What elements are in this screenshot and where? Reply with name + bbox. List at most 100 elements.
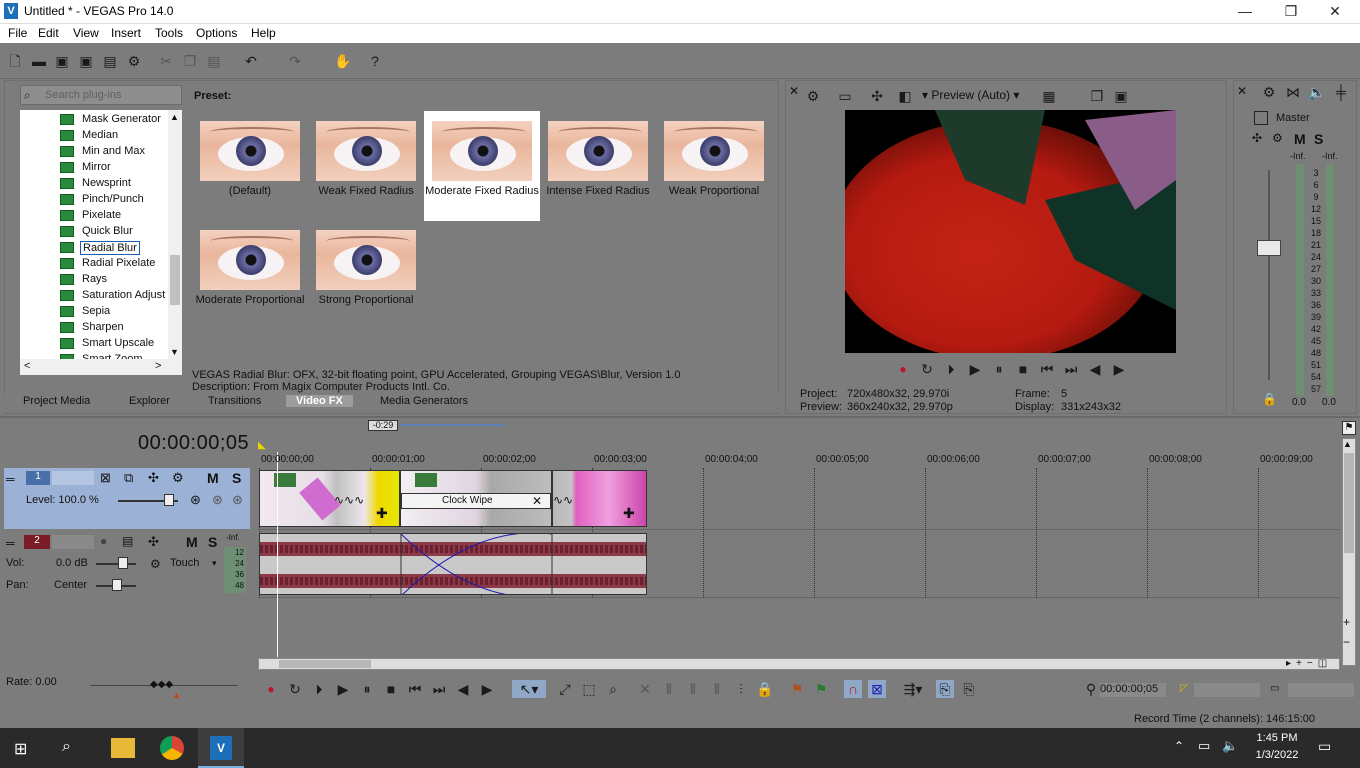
pause-icon[interactable]: ⏸	[358, 680, 376, 698]
previous-frame-icon[interactable]: ◀	[1086, 360, 1104, 378]
video-clip-3[interactable]: ∿∿ ✚	[552, 470, 647, 527]
loop-region-marker[interactable]: -0:29	[368, 420, 398, 431]
delete-icon[interactable]: ✕	[636, 680, 654, 698]
trim-icon[interactable]: ⫴	[660, 680, 678, 698]
invert-phase-icon[interactable]: ▤	[122, 534, 133, 548]
make-compositing-child-icon[interactable]: ⧉	[124, 470, 133, 486]
menu-help[interactable]: Help	[251, 26, 276, 40]
split-icon[interactable]: ⫶	[732, 680, 750, 698]
vegas-taskbar-button[interactable]: V	[198, 728, 244, 768]
loop-region-bar[interactable]	[400, 424, 505, 426]
mixer-settings-icon[interactable]: ⚙	[1260, 83, 1278, 101]
preset-intense-fixed-radius[interactable]: Intense Fixed Radius	[540, 111, 656, 221]
copy-snapshot-icon[interactable]: ❐	[1088, 87, 1106, 105]
master-solo-button[interactable]: S	[1314, 131, 1323, 147]
track-fx-icon[interactable]: ⚙	[172, 470, 184, 486]
preset-strong-proportional[interactable]: Strong Proportional	[308, 220, 424, 330]
tab-transitions[interactable]: Transitions	[208, 395, 261, 407]
scroll-right-icon[interactable]: >	[155, 360, 161, 372]
audio-track-header[interactable]: ═ 2 ● ▤ ✣ M S -Inf. 12 24 36 48 Vol: 0.0…	[4, 531, 250, 597]
audio-envelope-icon[interactable]: ✣	[148, 534, 159, 550]
audio-solo-button[interactable]: S	[208, 534, 217, 550]
explore-icon[interactable]: ✋	[334, 52, 352, 70]
menu-insert[interactable]: Insert	[111, 26, 141, 40]
normal-edit-tool-icon[interactable]: ↖▾	[512, 680, 546, 698]
record-icon[interactable]: ●	[894, 360, 912, 378]
menu-options[interactable]: Options	[196, 26, 237, 40]
zoom-tool-icon[interactable]: ⌕	[604, 680, 622, 698]
marker-toggle-icon[interactable]: ⚑	[1342, 421, 1356, 435]
video-mute-button[interactable]: M	[207, 470, 219, 486]
scroll-thumb[interactable]	[1344, 453, 1354, 553]
notification-icon[interactable]: ▭	[1318, 738, 1331, 755]
video-clip-1[interactable]: ∿∿∿ ✚	[259, 470, 400, 527]
play-from-start-icon[interactable]: ⏵	[310, 680, 328, 698]
taskbar-search-icon[interactable]: ⌕	[62, 738, 71, 756]
next-frame-icon[interactable]: ▶	[478, 680, 496, 698]
plugin-tree[interactable]: Mask Generator Median Min and Max Mirror New…	[20, 110, 182, 375]
parent-composite-icon[interactable]: ⊛	[232, 492, 243, 508]
windows-start-icon[interactable]: ⊞	[14, 739, 27, 759]
previous-frame-icon[interactable]: ◀	[454, 680, 472, 698]
loop-playback-icon[interactable]: ↻	[918, 360, 936, 378]
maximize-button[interactable]: ❐	[1268, 0, 1314, 24]
trim-start-icon[interactable]: ⫴	[684, 680, 702, 698]
selection-length-field[interactable]	[1194, 683, 1260, 697]
file-explorer-icon[interactable]	[111, 738, 135, 758]
tab-video-fx[interactable]: Video FX	[286, 395, 353, 407]
lock-envelopes-icon[interactable]: ⎘	[936, 680, 954, 698]
track-motion-icon[interactable]: ✣	[148, 470, 159, 486]
minimize-button[interactable]: —	[1222, 0, 1268, 24]
volume-icon[interactable]: 🔈	[1222, 738, 1238, 754]
automation-mode[interactable]: Touch	[170, 557, 199, 569]
play-icon[interactable]: ▶	[966, 360, 984, 378]
scroll-thumb[interactable]	[170, 255, 180, 305]
stop-icon[interactable]: ■	[382, 680, 400, 698]
menu-file[interactable]: File	[8, 26, 27, 40]
save-icon[interactable]: ▣	[53, 52, 71, 70]
show-hidden-icons[interactable]: ⌃	[1174, 739, 1184, 753]
lock-event-icon[interactable]: 🔒	[756, 680, 774, 698]
menu-edit[interactable]: Edit	[38, 26, 59, 40]
speaker-icon[interactable]: 🔈	[1308, 83, 1326, 101]
transition-properties-icon[interactable]: ✕	[532, 494, 542, 508]
auto-crossfades-icon[interactable]: ⊠	[868, 680, 886, 698]
plugin-tree-hscrollbar[interactable]: < >	[20, 359, 182, 375]
play-from-start-icon[interactable]: ⏵	[942, 360, 960, 378]
auto-ripple-icon[interactable]: ⇶▾	[896, 680, 930, 698]
lock-icon[interactable]: 🔒	[1262, 392, 1277, 406]
transition-bar[interactable]: Clock Wipe ✕	[401, 493, 551, 509]
snapping-icon[interactable]: ∩	[844, 680, 862, 698]
audio-track-name-field[interactable]	[52, 535, 94, 549]
timeline-horizontal-scrollbar[interactable]	[258, 658, 1340, 670]
open-folder-icon[interactable]: ▬	[30, 52, 48, 70]
level-slider-handle[interactable]	[164, 494, 174, 506]
master-envelope-icon[interactable]: ✣	[1252, 131, 1262, 145]
preset-default[interactable]: (Default)	[192, 111, 308, 221]
automation-settings-icon[interactable]: ⚙	[150, 557, 161, 571]
save-as-icon[interactable]: ▣	[77, 52, 95, 70]
external-monitor-icon[interactable]: ▭	[836, 87, 854, 105]
menu-view[interactable]: View	[73, 26, 99, 40]
loop-playback-icon[interactable]: ↻	[286, 680, 304, 698]
downmix-icon[interactable]: ⋈	[1284, 83, 1302, 101]
search-field[interactable]: ⌕ Search plug-ins	[20, 85, 182, 105]
track-collapse-icon[interactable]: ═	[6, 472, 15, 486]
master-fx-chain-icon[interactable]: ⚙	[1272, 131, 1283, 145]
audio-mute-button[interactable]: M	[186, 534, 198, 550]
video-solo-button[interactable]: S	[232, 470, 241, 486]
compositing-mode-icon[interactable]: ⊠	[100, 470, 111, 486]
scroll-down-icon[interactable]: ▼	[170, 347, 179, 357]
insert-marker-icon[interactable]: ⚑	[788, 680, 806, 698]
tab-media-generators[interactable]: Media Generators	[380, 395, 468, 407]
help-icon[interactable]: ?	[366, 52, 384, 70]
zoom-in-icon[interactable]: +	[1343, 615, 1350, 629]
track-collapse-icon[interactable]: ═	[6, 536, 15, 550]
go-to-end-icon[interactable]: ⏭	[1062, 360, 1080, 378]
next-frame-icon[interactable]: ▶	[1110, 360, 1128, 378]
properties-icon[interactable]: ⚙	[125, 52, 143, 70]
automation-dropdown-icon[interactable]: ▾	[212, 558, 217, 569]
preview-quality-dropdown[interactable]: ▾ Preview (Auto) ▾	[922, 88, 1019, 102]
go-to-start-icon[interactable]: ⏮	[1038, 360, 1056, 378]
pan-slider-handle[interactable]	[112, 579, 122, 591]
